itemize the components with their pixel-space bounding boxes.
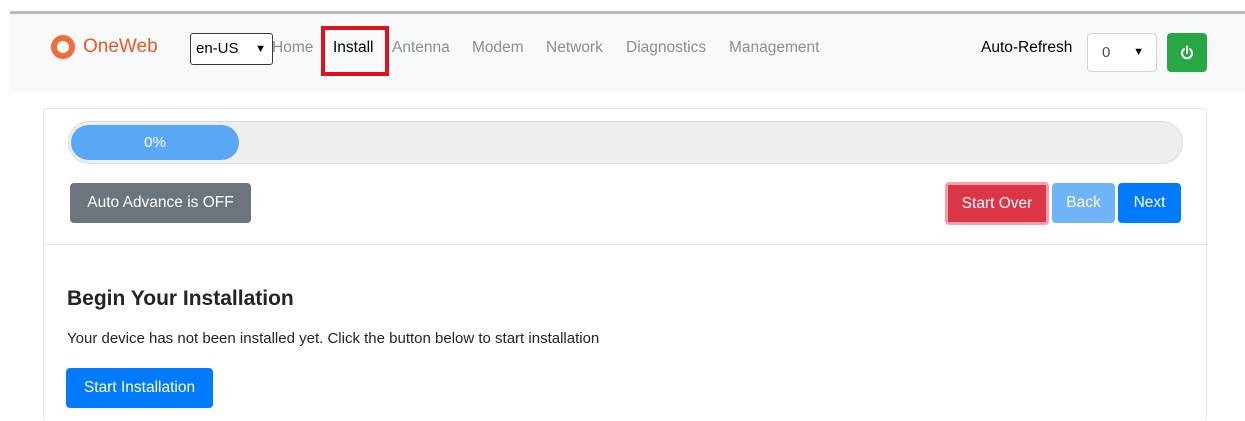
nav-home[interactable]: Home [272,36,313,60]
nav-network[interactable]: Network [546,36,603,60]
nav-modem[interactable]: Modem [472,36,524,60]
language-selected-value: en-US [196,40,239,57]
navbar: OneWeb en-US ▼ Home Install Antenna Mode… [10,14,1245,92]
auto-refresh-select[interactable]: 0 ▼ [1087,33,1157,72]
power-button[interactable] [1167,33,1207,72]
nav-management[interactable]: Management [729,36,819,60]
progress-bar: 0% [68,121,1183,164]
start-installation-button[interactable]: Start Installation [66,368,213,408]
page-heading: Begin Your Installation [67,287,294,310]
card-header: 0% Auto Advance is OFF Start Over Back N… [44,109,1206,245]
brand-logo[interactable]: OneWeb [51,35,158,59]
power-icon [1181,45,1193,59]
chevron-down-icon: ▼ [255,43,266,55]
start-over-button[interactable]: Start Over [945,182,1049,225]
oneweb-logo-icon [51,35,75,59]
nav-antenna[interactable]: Antenna [392,36,450,60]
chevron-down-icon: ▼ [1133,46,1144,58]
auto-refresh-label: Auto-Refresh [981,39,1073,56]
install-highlight-box [321,26,389,76]
next-button[interactable]: Next [1118,183,1181,223]
progress-fill: 0% [71,125,239,160]
brand-name: OneWeb [83,36,158,57]
auto-advance-button[interactable]: Auto Advance is OFF [70,183,251,223]
install-card: 0% Auto Advance is OFF Start Over Back N… [43,108,1207,421]
back-button[interactable]: Back [1052,183,1115,223]
language-select[interactable]: en-US ▼ [190,33,273,65]
install-description: Your device has not been installed yet. … [67,330,600,347]
auto-refresh-value: 0 [1102,44,1111,61]
nav-diagnostics[interactable]: Diagnostics [626,36,706,60]
